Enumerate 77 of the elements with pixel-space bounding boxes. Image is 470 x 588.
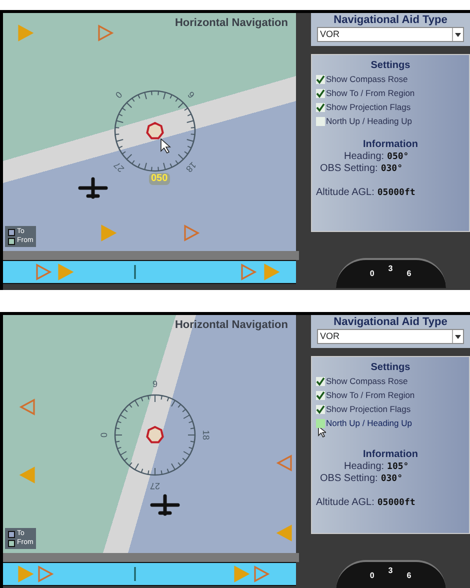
filled-flag-icon [276,524,292,542]
checkbox[interactable] [316,376,325,386]
outline-flag-icon [98,24,114,42]
dial-label: 6 [406,570,412,582]
checkbox[interactable] [316,74,325,84]
checkbox-label: Show To / From Region [326,388,415,402]
information-title: Information [363,448,418,461]
center-tick [134,567,136,581]
airplane-icon [150,494,180,516]
nav-aid-label: Navigational Aid Type [334,315,448,329]
heading-label: Heading: [344,461,384,473]
checkbox-label: North Up / Heading Up [326,114,412,128]
altitude-label: Altitude AGL: [316,497,374,509]
outline-flag-icon [36,264,52,280]
heading-value: 050° [387,151,409,163]
altitude-value: 05000ft [377,187,416,199]
filled-flag-icon [234,566,250,582]
compass-label: 9 [186,90,196,100]
checkbox-label: Show Projection Flags [326,100,411,114]
filled-flag-icon [101,224,117,242]
obs-label: OBS Setting: [320,473,378,485]
center-tick [134,265,136,279]
airplane-icon [78,177,108,199]
obs-value: 030° [380,473,402,485]
compass-label: 9 [152,379,158,389]
heading-readout: 050 [149,173,170,185]
caret-icon [455,334,461,338]
checkbox-label: North Up / Heading Up [326,416,412,430]
outline-flag-icon [38,566,54,582]
compass-label: 18 [184,160,198,174]
outline-flag-icon [184,224,200,242]
filled-flag-icon [264,264,280,280]
outline-flag-icon [254,566,270,582]
altitude-value: 05000ft [377,497,416,509]
filled-flag-icon [19,466,35,484]
compass-label: 0 [99,432,109,438]
checkbox-label: Show Projection Flags [326,402,411,416]
outline-flag-icon [241,264,257,280]
checkbox[interactable] [316,116,325,126]
checkbox-label: Show To / From Region [326,86,415,100]
checkbox-label: Show Compass Rose [326,374,408,388]
settings-title: Settings [370,59,410,72]
checkbox-label: Show Compass Rose [326,72,408,86]
dial-label: 0 [370,570,374,582]
cursor-icon [318,426,326,438]
outline-flag-icon [19,398,35,416]
nav-aid-dropdown[interactable]: VOR [317,329,464,344]
dial-label: 6 [406,268,412,280]
heading-label: Heading: [344,151,384,163]
compass-label: 27 [150,481,160,491]
filled-flag-icon [18,566,34,582]
caret-icon [455,32,461,36]
nav-aid-dropdown[interactable]: VOR [317,27,464,42]
checkbox[interactable] [316,102,325,112]
filled-flag-icon [58,264,74,280]
outline-flag-icon [276,454,292,472]
compass-label: 27 [112,160,126,174]
checkbox[interactable] [316,418,325,428]
obs-label: OBS Setting: [320,163,378,175]
filled-flag-icon [18,24,34,42]
altitude-label: Altitude AGL: [316,187,374,199]
nav-aid-label: Navigational Aid Type [334,13,448,27]
dial-label: 3 [388,565,393,577]
heading-value: 105° [387,461,409,473]
dial-label: 3 [388,263,393,275]
compass-label: 18 [201,430,211,440]
settings-title: Settings [370,361,410,374]
compass-label: 0 [114,90,124,100]
map-title: Horizontal Navigation [174,318,288,333]
cursor-icon [160,138,172,154]
checkbox[interactable] [316,390,325,400]
map-title: Horizontal Navigation [174,16,288,31]
checkbox[interactable] [316,404,325,414]
information-title: Information [363,138,418,151]
checkbox[interactable] [316,88,325,98]
obs-value: 030° [380,163,402,175]
dial-label: 0 [370,268,374,280]
